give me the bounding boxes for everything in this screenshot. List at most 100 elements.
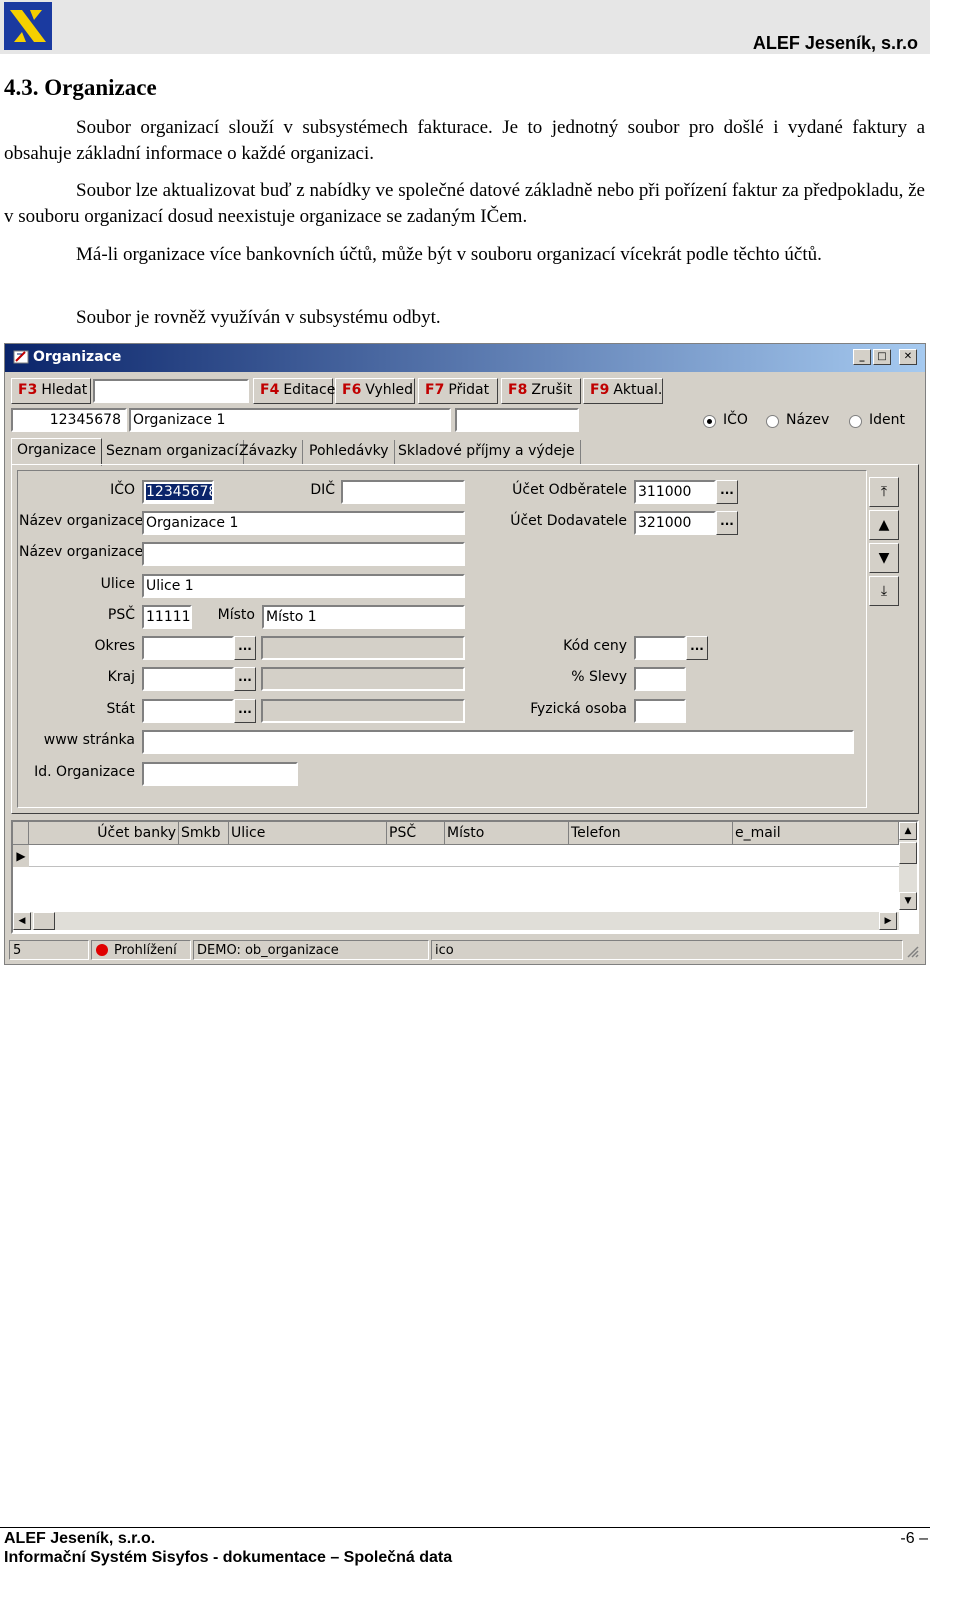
- tab-sklad[interactable]: Skladové příjmy a výdeje: [393, 440, 581, 464]
- delete-button[interactable]: F8 Zrušit: [501, 378, 581, 404]
- previous-record-icon[interactable]: ▲: [869, 510, 899, 540]
- app-icon: [13, 350, 29, 364]
- window-title-bar: Organizace _ □ ✕: [5, 344, 925, 372]
- column-misto[interactable]: Místo: [445, 822, 569, 844]
- ico-field[interactable]: 12345678: [142, 480, 214, 504]
- paragraph-2: Soubor lze aktualizovat buď z nabídky ve…: [4, 180, 925, 227]
- status-source: DEMO: ob_organizace: [193, 940, 429, 960]
- maximize-icon[interactable]: □: [873, 349, 891, 365]
- state-label: Stát: [106, 701, 135, 717]
- district-field[interactable]: [142, 636, 234, 660]
- price-code-label: Kód ceny: [563, 638, 627, 654]
- resize-grip-icon[interactable]: [905, 944, 919, 958]
- district-name-field: [261, 636, 465, 660]
- web-field[interactable]: [142, 730, 854, 754]
- edit-button[interactable]: F4 Editace: [253, 378, 335, 404]
- status-record-icon: [96, 944, 108, 956]
- supplier-account-label: Účet Dodavatele: [510, 513, 627, 529]
- name-label: Název organizace: [19, 513, 144, 529]
- psc-label: PSČ: [107, 607, 135, 623]
- state-field[interactable]: [142, 699, 234, 723]
- scroll-down-icon[interactable]: ▼: [899, 892, 917, 910]
- search-input[interactable]: [93, 379, 249, 403]
- column-psc[interactable]: PSČ: [387, 822, 445, 844]
- region-name-field: [261, 667, 465, 691]
- supplier-account-field[interactable]: 321000: [634, 511, 716, 535]
- last-record-icon[interactable]: ⤓: [869, 576, 899, 606]
- name2-field[interactable]: [142, 542, 465, 566]
- buyer-account-picker-button[interactable]: ...: [716, 480, 738, 504]
- tab-organizace[interactable]: Organizace: [11, 438, 102, 466]
- id-field[interactable]: [142, 762, 298, 786]
- status-mode: Prohlížení: [91, 940, 191, 960]
- supplier-account-picker-button[interactable]: ...: [716, 511, 738, 535]
- selector-name-field[interactable]: Organizace 1: [129, 408, 451, 432]
- scroll-left-icon[interactable]: ◀: [13, 912, 31, 930]
- region-field[interactable]: [142, 667, 234, 691]
- radio-ico[interactable]: [703, 415, 716, 428]
- search-button[interactable]: F3 Hledat: [11, 378, 91, 404]
- status-record-count: 5: [9, 940, 89, 960]
- street-label: Ulice: [100, 576, 135, 592]
- footer-rule: [0, 1527, 930, 1528]
- column-smkb[interactable]: Smkb: [179, 822, 229, 844]
- selector-ico-field[interactable]: 12345678: [11, 408, 127, 432]
- find-button[interactable]: F6 Vyhled: [335, 378, 415, 404]
- scroll-up-icon[interactable]: ▲: [899, 822, 917, 840]
- ico-field-value: 12345678: [146, 484, 212, 500]
- radio-name[interactable]: [766, 415, 779, 428]
- paragraph-1: Soubor organizací slouží v subsystémech …: [4, 117, 925, 164]
- street-field[interactable]: Ulice 1: [142, 574, 465, 598]
- district-picker-button[interactable]: ...: [234, 636, 256, 660]
- hscroll-thumb[interactable]: [33, 912, 55, 930]
- column-ulice[interactable]: Ulice: [229, 822, 387, 844]
- tab-seznam[interactable]: Seznam organizací: [101, 440, 245, 464]
- row-pointer-icon: ▶: [13, 845, 29, 867]
- paragraph-4: Soubor je rovněž využíván v subsystému o…: [76, 307, 441, 328]
- status-key: ico: [431, 940, 903, 960]
- dic-field[interactable]: [341, 480, 465, 504]
- radio-ico-label: IČO: [723, 412, 748, 428]
- tab-pohledavky[interactable]: Pohledávky: [304, 440, 395, 464]
- web-label: www stránka: [43, 732, 135, 748]
- region-label: Kraj: [107, 669, 135, 685]
- scroll-thumb[interactable]: [899, 842, 917, 864]
- id-label: Id. Organizace: [34, 764, 135, 780]
- horizontal-scrollbar[interactable]: [13, 912, 899, 930]
- person-field[interactable]: [634, 699, 686, 723]
- section-title: 4.3. Organizace: [4, 75, 157, 100]
- close-icon[interactable]: ✕: [899, 349, 917, 365]
- psc-field[interactable]: 11111: [142, 605, 192, 629]
- city-field[interactable]: Místo 1: [262, 605, 465, 629]
- scroll-right-icon[interactable]: ▶: [879, 912, 897, 930]
- person-label: Fyzická osoba: [530, 701, 627, 717]
- column-telefon[interactable]: Telefon: [569, 822, 733, 844]
- page-number: -6 –: [900, 1530, 928, 1547]
- price-code-picker-button[interactable]: ...: [686, 636, 708, 660]
- add-button[interactable]: F7 Přidat: [418, 378, 498, 404]
- state-name-field: [261, 699, 465, 723]
- radio-ident[interactable]: [849, 415, 862, 428]
- organizace-window: Organizace _ □ ✕ F3 Hledat F4 Editace F6 Vy…: [4, 343, 926, 965]
- refresh-button[interactable]: F9 Aktual.: [583, 378, 663, 404]
- company-logo: [4, 2, 52, 50]
- next-record-icon[interactable]: ▼: [869, 543, 899, 573]
- name2-label: Název organizace: [19, 544, 144, 560]
- buyer-account-label: Účet Odběratele: [512, 482, 627, 498]
- state-picker-button[interactable]: ...: [234, 699, 256, 723]
- discount-field[interactable]: [634, 667, 686, 691]
- footer-company: ALEF Jeseník, s.r.o.: [4, 1530, 156, 1547]
- buyer-account-field[interactable]: 311000: [634, 480, 716, 504]
- region-picker-button[interactable]: ...: [234, 667, 256, 691]
- column-email[interactable]: e_mail: [733, 822, 899, 844]
- column-ucet-banky[interactable]: Účet banky: [29, 822, 179, 844]
- price-code-field[interactable]: [634, 636, 686, 660]
- name-field[interactable]: Organizace 1: [142, 511, 465, 535]
- first-record-icon[interactable]: ⤒: [869, 477, 899, 507]
- minimize-icon[interactable]: _: [853, 349, 871, 365]
- row-divider: [29, 866, 899, 867]
- dic-label: DIČ: [310, 482, 335, 498]
- selector-extra-field[interactable]: [455, 408, 579, 432]
- paragraph-3: Má-li organizace více bankovních účtů, m…: [76, 244, 822, 265]
- tab-zavazky[interactable]: Závazky: [234, 440, 304, 464]
